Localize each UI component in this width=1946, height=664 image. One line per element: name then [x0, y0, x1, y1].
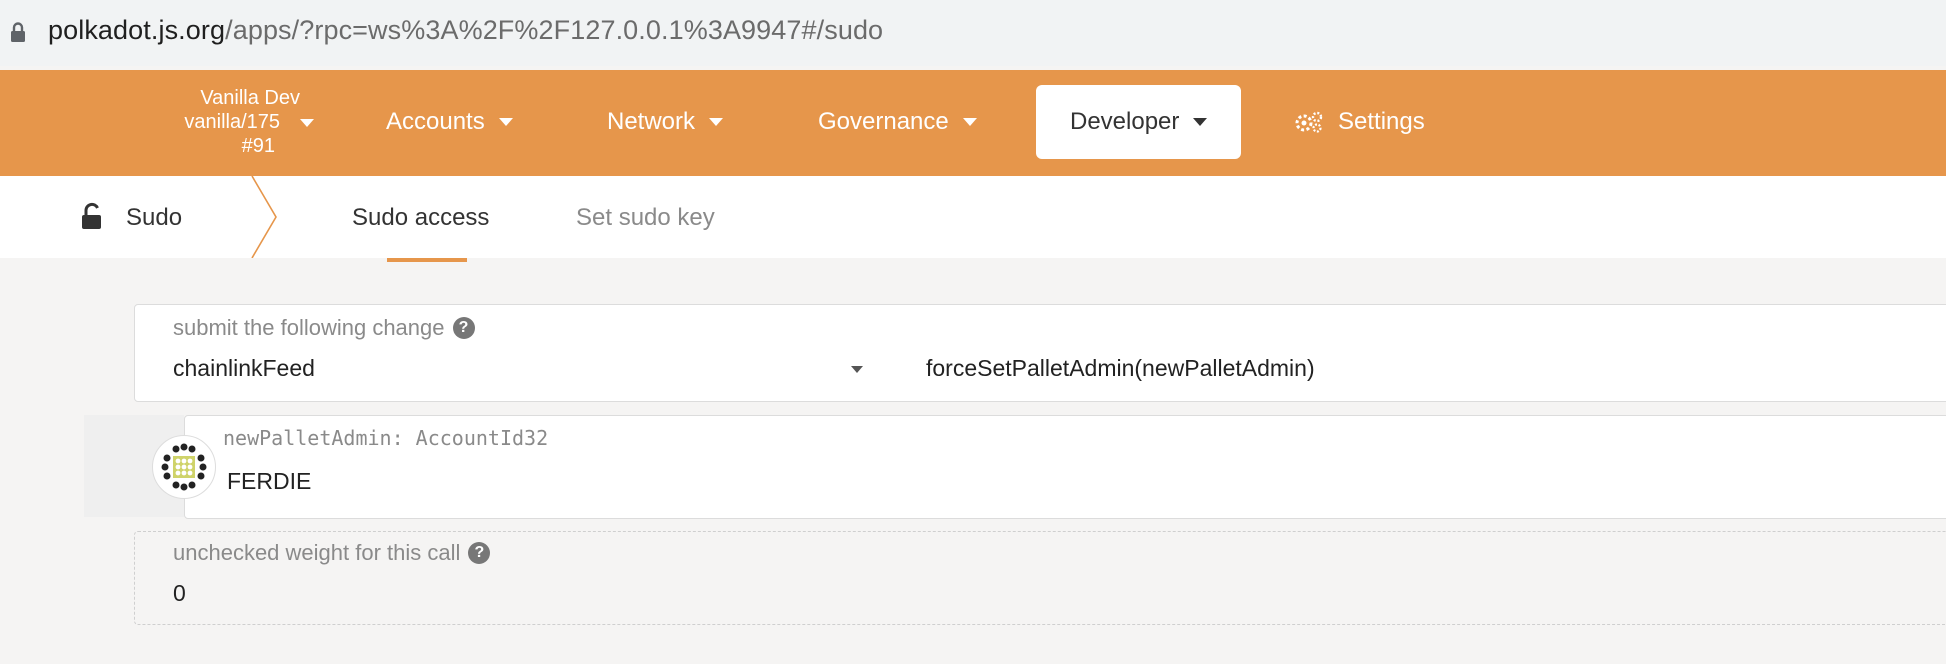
- nav-network-label: Network: [607, 108, 696, 135]
- chevron-down-icon: [962, 118, 977, 126]
- unlock-icon: [82, 202, 101, 229]
- extrinsic-selector: submit the following change ? chainlinkF…: [134, 304, 1946, 402]
- account-identicon: [152, 435, 216, 499]
- chevron-down-icon: [300, 119, 314, 127]
- lock-icon: [11, 22, 25, 42]
- weight-value: 0: [173, 580, 186, 606]
- chevron-down-icon: [709, 118, 724, 126]
- pallet-dropdown[interactable]: chainlinkFeed: [173, 355, 315, 382]
- nav-accounts[interactable]: Accounts: [386, 108, 513, 136]
- weight-label: unchecked weight for this call: [173, 540, 461, 565]
- nav-governance[interactable]: Governance: [818, 108, 977, 136]
- nav-developer[interactable]: Developer: [1036, 85, 1242, 159]
- chevron-down-icon: [1193, 118, 1208, 126]
- nav-developer-label: Developer: [1070, 108, 1180, 135]
- chain-version: vanilla/175: [184, 111, 280, 133]
- method-dropdown[interactable]: forceSetPalletAdmin(newPalletAdmin): [926, 355, 1315, 382]
- param-label: newPalletAdmin: AccountId32: [223, 426, 549, 450]
- chain-name: Vanilla Dev: [200, 87, 300, 109]
- url-text[interactable]: polkadot.js.org/apps/?rpc=ws%3A%2F%2F127…: [48, 15, 883, 46]
- section-title: Sudo: [126, 204, 183, 231]
- nav-governance-label: Governance: [818, 108, 949, 135]
- chevron-down-icon[interactable]: [851, 366, 863, 373]
- weight-label-row: unchecked weight for this call ?: [173, 540, 491, 566]
- breadcrumb-separator: [251, 176, 277, 258]
- active-tab-indicator: [387, 258, 467, 262]
- param-account-input[interactable]: newPalletAdmin: AccountId32 FERDIE: [184, 415, 1946, 519]
- nav-settings-label: Settings: [1338, 108, 1425, 135]
- sub-tabs-bar: Sudo Sudo access Set sudo key: [0, 176, 1946, 262]
- chain-block: #91: [241, 135, 275, 157]
- url-host: polkadot.js.org: [48, 15, 226, 45]
- tab-set-sudo-key[interactable]: Set sudo key: [576, 204, 715, 232]
- url-path: /apps/?rpc=ws%3A%2F%2F127.0.0.1%3A9947#/…: [225, 15, 884, 45]
- help-icon[interactable]: ?: [468, 542, 491, 564]
- extrinsic-label: submit the following change: [173, 315, 445, 340]
- top-navigation: Vanilla Dev vanilla/175 #91 Accounts Net…: [0, 70, 1946, 176]
- nav-accounts-label: Accounts: [386, 108, 485, 135]
- gears-icon: [1295, 111, 1323, 133]
- nav-network[interactable]: Network: [607, 108, 724, 136]
- nav-settings[interactable]: Settings: [1294, 108, 1425, 136]
- pallet-value: chainlinkFeed: [173, 355, 315, 381]
- method-value: forceSetPalletAdmin(newPalletAdmin): [926, 355, 1315, 381]
- help-icon[interactable]: ?: [452, 317, 475, 339]
- extrinsic-label-row: submit the following change ?: [173, 315, 475, 341]
- weight-input[interactable]: unchecked weight for this call ? 0: [134, 531, 1946, 625]
- param-value: FERDIE: [227, 468, 312, 494]
- tab-sudo-access[interactable]: Sudo access: [352, 204, 489, 232]
- chevron-down-icon: [498, 118, 513, 126]
- browser-address-bar[interactable]: polkadot.js.org/apps/?rpc=ws%3A%2F%2F127…: [0, 0, 1946, 66]
